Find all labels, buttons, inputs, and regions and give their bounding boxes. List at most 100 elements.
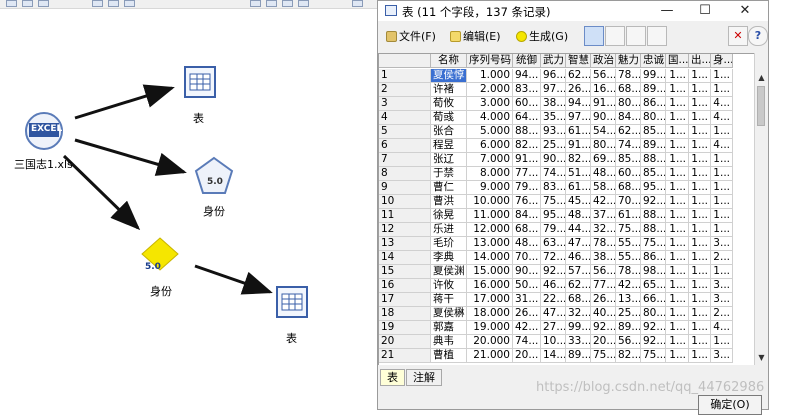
- table-cell[interactable]: 2...: [711, 307, 733, 321]
- table-cell[interactable]: 李典: [431, 251, 467, 265]
- table-cell[interactable]: 92...: [641, 195, 666, 209]
- table-cell[interactable]: 55...: [616, 251, 641, 265]
- table-cell[interactable]: 40...: [591, 307, 616, 321]
- table-cell[interactable]: 78...: [591, 237, 616, 251]
- table-cell[interactable]: 1...: [666, 293, 689, 307]
- table-cell[interactable]: 58...: [591, 181, 616, 195]
- scroll-up-icon[interactable]: ▲: [755, 71, 768, 84]
- table-cell[interactable]: 88...: [641, 209, 666, 223]
- column-header[interactable]: 身...: [711, 54, 733, 68]
- table-cell[interactable]: 74...: [616, 139, 641, 153]
- table-row[interactable]: 3 荀攸 3.000 60... 38... 94... 91... 80... 86... 1.…: [379, 97, 733, 111]
- table-cell[interactable]: 68...: [616, 83, 641, 97]
- table-cell[interactable]: 90...: [541, 153, 566, 167]
- table-cell[interactable]: 张合: [431, 125, 467, 139]
- table-cell[interactable]: 1...: [711, 69, 733, 83]
- table-cell[interactable]: 9.000: [467, 181, 513, 195]
- table-cell[interactable]: 80...: [591, 139, 616, 153]
- table-cell[interactable]: 65...: [641, 279, 666, 293]
- table-cell[interactable]: 27...: [541, 321, 566, 335]
- table-cell[interactable]: 1...: [711, 181, 733, 195]
- table-cell[interactable]: 91...: [566, 139, 591, 153]
- table-row[interactable]: 5 张合 5.000 88... 93... 61... 54... 62... 85... 1.…: [379, 125, 733, 139]
- table-cell[interactable]: 14...: [541, 349, 566, 363]
- table-cell[interactable]: 17.000: [467, 293, 513, 307]
- table-cell[interactable]: 1...: [689, 321, 711, 335]
- column-header[interactable]: 国...: [666, 54, 689, 68]
- table-row[interactable]: 4 荀彧 4.000 64... 35... 97... 90... 84... 80... 1.…: [379, 111, 733, 125]
- table-cell[interactable]: 1...: [711, 125, 733, 139]
- table-cell[interactable]: 74...: [513, 335, 541, 349]
- table-cell[interactable]: 乐进: [431, 223, 467, 237]
- maximize-button[interactable]: ☐: [686, 1, 724, 21]
- table-cell[interactable]: 92...: [541, 265, 566, 279]
- table-cell[interactable]: 77...: [513, 167, 541, 181]
- table-cell[interactable]: 1...: [666, 307, 689, 321]
- table-cell[interactable]: 20...: [591, 335, 616, 349]
- table-cell[interactable]: 3...: [711, 293, 733, 307]
- table-cell[interactable]: 82...: [616, 349, 641, 363]
- table-cell[interactable]: 50...: [513, 279, 541, 293]
- table-cell[interactable]: 1...: [711, 223, 733, 237]
- scroll-thumb[interactable]: [757, 86, 765, 126]
- table-row[interactable]: 21 曹植 21.000 20... 14... 89... 75... 82... 75...…: [379, 349, 733, 363]
- table-cell[interactable]: 11.000: [467, 209, 513, 223]
- table-cell[interactable]: 32...: [591, 223, 616, 237]
- table-node-top[interactable]: [184, 66, 216, 98]
- table-cell[interactable]: 89...: [566, 349, 591, 363]
- table-cell[interactable]: 4...: [711, 321, 733, 335]
- table-cell[interactable]: 48...: [513, 237, 541, 251]
- table-cell[interactable]: 1...: [666, 209, 689, 223]
- table-row[interactable]: 2 许褚 2.000 83... 97... 26... 16... 68... 89... 1.…: [379, 83, 733, 97]
- table-cell[interactable]: 56...: [616, 335, 641, 349]
- close-button[interactable]: ✕: [726, 1, 764, 21]
- table-cell[interactable]: 61...: [616, 209, 641, 223]
- table-cell[interactable]: 69...: [591, 153, 616, 167]
- table-cell[interactable]: 83...: [513, 83, 541, 97]
- table-cell[interactable]: 33...: [566, 335, 591, 349]
- table-cell[interactable]: 80...: [641, 111, 666, 125]
- table-cell[interactable]: 47...: [566, 237, 591, 251]
- table-cell[interactable]: 90...: [591, 111, 616, 125]
- table-cell[interactable]: 曹仁: [431, 181, 467, 195]
- table-cell[interactable]: 3...: [711, 237, 733, 251]
- table-cell[interactable]: 82...: [566, 153, 591, 167]
- column-header[interactable]: 武力: [541, 54, 566, 68]
- table-cell[interactable]: 1...: [666, 195, 689, 209]
- table-cell[interactable]: 10...: [541, 335, 566, 349]
- table-cell[interactable]: 90...: [513, 265, 541, 279]
- menu-generate[interactable]: 生成(G): [516, 28, 568, 44]
- table-cell[interactable]: 56...: [591, 265, 616, 279]
- table-cell[interactable]: 1...: [689, 335, 711, 349]
- table-cell[interactable]: 1...: [689, 139, 711, 153]
- table-cell[interactable]: 46...: [566, 251, 591, 265]
- table-cell[interactable]: 91...: [591, 97, 616, 111]
- table-cell[interactable]: 66...: [641, 293, 666, 307]
- identity-node[interactable]: 5.0: [194, 156, 234, 196]
- table-row[interactable]: 20 典韦 20.000 74... 10... 33... 20... 56... 92...…: [379, 335, 733, 349]
- table-cell[interactable]: 1...: [689, 181, 711, 195]
- table-cell[interactable]: 1...: [689, 97, 711, 111]
- table-cell[interactable]: 25...: [616, 307, 641, 321]
- table-row[interactable]: 14 李典 14.000 70... 72... 46... 38... 55... 86...…: [379, 251, 733, 265]
- table-cell[interactable]: 14.000: [467, 251, 513, 265]
- table-cell[interactable]: 32...: [566, 307, 591, 321]
- column-header[interactable]: 序列号码: [467, 54, 513, 68]
- table-cell[interactable]: 64...: [513, 111, 541, 125]
- table-cell[interactable]: 98...: [641, 265, 666, 279]
- table-cell[interactable]: 75...: [641, 349, 666, 363]
- table-cell[interactable]: 12.000: [467, 223, 513, 237]
- table-cell[interactable]: 荀攸: [431, 97, 467, 111]
- table-cell[interactable]: 1...: [666, 111, 689, 125]
- table-cell[interactable]: 4...: [711, 97, 733, 111]
- table-cell[interactable]: 38...: [591, 251, 616, 265]
- table-cell[interactable]: 26...: [566, 83, 591, 97]
- column-header[interactable]: 忠诚: [641, 54, 666, 68]
- tab-table[interactable]: 表: [380, 369, 405, 386]
- table-cell[interactable]: 1...: [711, 335, 733, 349]
- table-cell[interactable]: 许攸: [431, 279, 467, 293]
- table-cell[interactable]: 94...: [566, 97, 591, 111]
- table-cell[interactable]: 1...: [689, 167, 711, 181]
- table-cell[interactable]: 5.000: [467, 125, 513, 139]
- table-cell[interactable]: 1...: [689, 251, 711, 265]
